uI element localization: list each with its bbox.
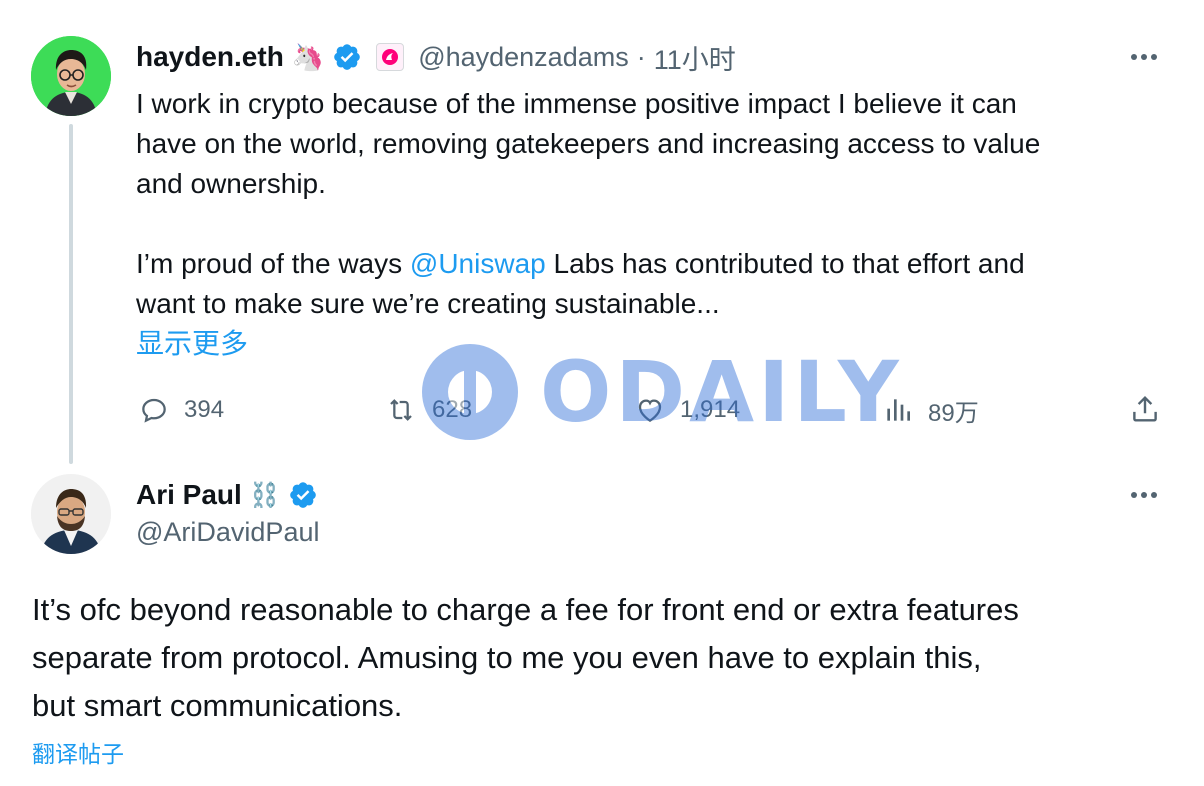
more-dot-icon [1151,54,1157,60]
body-line: I work in crypto because of the immense … [136,88,1017,119]
body-line: It’s ofc beyond reasonable to charge a f… [32,592,1019,627]
like-button[interactable]: 1,914 [634,392,740,428]
body-line: but smart communications. [32,688,403,723]
more-dot-icon [1131,492,1137,498]
heart-icon [638,399,662,422]
more-options-button[interactable] [1131,54,1157,60]
like-count: 1,914 [680,396,741,423]
body-line: I’m proud of the ways @Uniswap Labs has … [136,244,1146,284]
more-dot-icon [1151,492,1157,498]
body-line: have on the world, removing gatekeepers … [136,128,1041,159]
tweet-body: It’s ofc beyond reasonable to charge a f… [32,586,1182,730]
thread-connector-line [69,124,73,464]
share-icon [1133,395,1157,422]
separator-dot: · [636,41,646,72]
reply-button[interactable]: 394 [138,392,224,428]
hayden-avatar-image [31,36,111,116]
body-text-segment: I’m proud of the ways [136,248,410,279]
views-chart-icon [887,399,910,421]
mention-link[interactable]: @Uniswap [410,248,546,279]
more-dot-icon [1131,54,1137,60]
body-line: want to make sure we’re creating sustain… [136,288,720,319]
unicorn-emoji-icon: 🦄 [291,41,325,72]
timestamp[interactable]: 11小时 [654,38,736,77]
tweet-header: Ari Paul ⛓️ [136,475,318,515]
retweet-icon [390,399,412,421]
show-more-link[interactable]: 显示更多 [136,324,1146,364]
share-button[interactable] [1128,392,1164,428]
chain-emoji-icon: ⛓️ [249,481,280,509]
user-handle[interactable]: @haydenzadams [418,42,629,73]
verified-badge-icon[interactable] [288,480,318,510]
more-dot-icon [1141,54,1147,60]
tweet-header: hayden.eth 🦄 @haydenzadams · 11小时 [136,37,736,77]
more-dot-icon [1141,492,1147,498]
display-name[interactable]: hayden.eth [136,41,284,73]
verified-badge-icon[interactable] [332,42,362,72]
reply-count: 394 [184,396,225,423]
body-line: and ownership. [136,168,326,199]
view-count: 89万 [928,399,979,427]
views-button[interactable]: 89万 [882,392,979,428]
translate-post-link[interactable]: 翻译帖子 [32,735,124,769]
retweet-button[interactable]: 628 [384,392,472,428]
ari-avatar-image [31,474,111,554]
avatar[interactable] [31,474,111,554]
body-line: separate from protocol. Amusing to me yo… [32,640,982,675]
retweet-count: 628 [432,396,473,423]
more-options-button[interactable] [1131,492,1157,498]
avatar[interactable] [31,36,111,116]
tweet-body: I work in crypto because of the immense … [136,84,1146,364]
display-name[interactable]: Ari Paul [136,479,242,511]
user-handle[interactable]: @AriDavidPaul [136,517,319,548]
affiliate-badge-icon[interactable] [376,43,405,71]
body-text-segment: Labs has contributed to that effort and [545,248,1025,279]
uniswap-logo-icon [382,49,399,65]
reply-icon [142,398,166,423]
